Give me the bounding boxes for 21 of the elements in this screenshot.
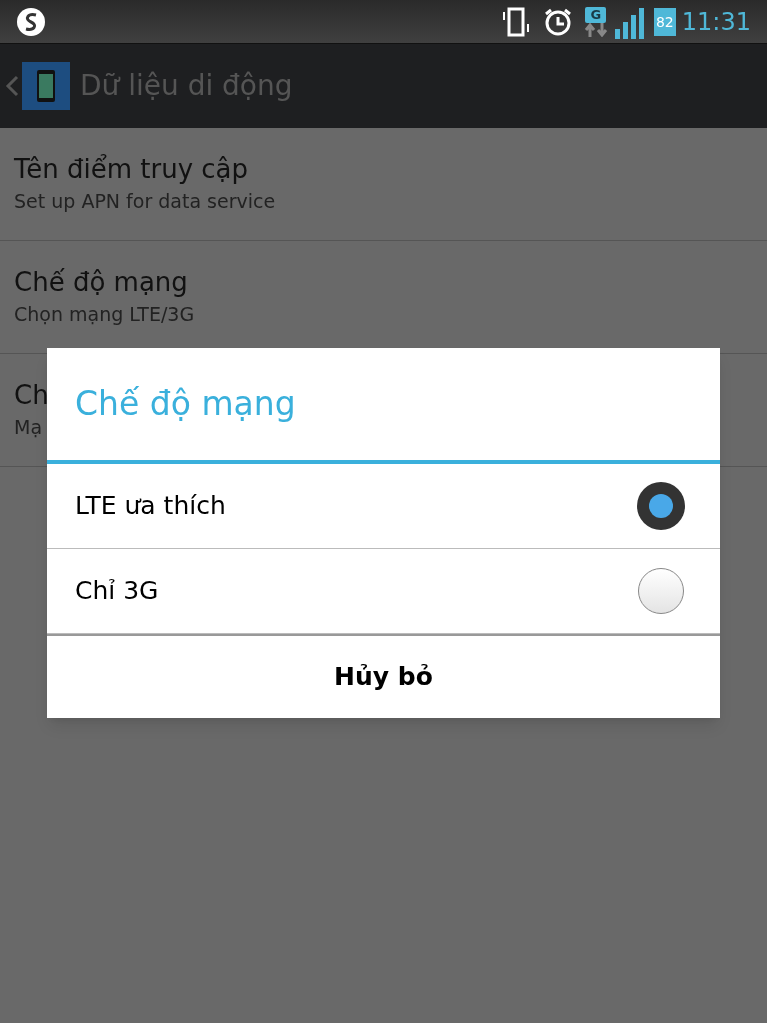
battery-indicator: 82 (653, 7, 676, 36)
item-title: Tên điểm truy cập (14, 153, 249, 186)
s-logo-icon (16, 6, 46, 37)
cancel-button[interactable]: Hủy bỏ (47, 634, 720, 718)
radio-button[interactable] (637, 482, 685, 530)
item-title: Ch (14, 379, 49, 412)
item-subtitle: Set up APN for data service (14, 189, 276, 214)
dialog-title: Chế độ mạng (75, 383, 296, 426)
option-row[interactable]: Chỉ 3G (47, 549, 720, 634)
option-label: Chỉ 3G (75, 575, 160, 608)
phone-icon (22, 62, 70, 110)
clock: 11:31 (681, 6, 751, 38)
network-type: G (585, 6, 607, 23)
option-row[interactable]: LTE ưa thích (47, 464, 720, 549)
item-subtitle: Chọn mạng LTE/3G (14, 302, 195, 327)
option-label: LTE ưa thích (75, 490, 227, 523)
radio-button[interactable] (638, 568, 684, 614)
back-icon[interactable] (5, 74, 19, 98)
data-arrows-icon (583, 22, 608, 37)
item-subtitle: Mạ (14, 415, 43, 440)
item-title: Chế độ mạng (14, 266, 188, 299)
